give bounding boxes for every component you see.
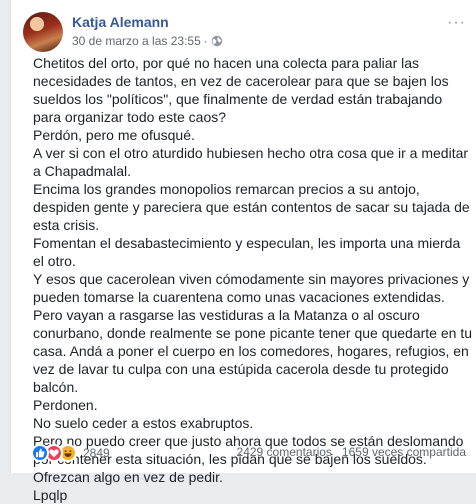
post-paragraph: Perdón, pero me ofusqué. <box>33 127 195 143</box>
reaction-count[interactable]: 2849 <box>83 446 110 460</box>
post-paragraph: Ofrezcan algo en vez de pedir. <box>33 469 223 485</box>
post-paragraph: Fomentan el desabastecimiento y especula… <box>33 235 461 269</box>
post-paragraph: Y esos que cacerolean viven cómodamente … <box>33 271 470 305</box>
meta-separator: · <box>203 34 208 48</box>
reactions-summary[interactable]: 2849 <box>31 444 110 462</box>
author-name[interactable]: Katja Alemann <box>72 14 169 30</box>
post-paragraph: Perdonen. <box>33 397 98 413</box>
post-card: Katja Alemann 30 de marzo a las 23:55 · … <box>10 0 476 503</box>
post-stats: 2429 comentarios 1659 veces compartida <box>237 445 466 459</box>
post-paragraph: Encima los grandes monopolios remarcan p… <box>33 181 470 233</box>
post-timestamp[interactable]: 30 de marzo a las 23:55 <box>72 34 201 48</box>
post-paragraph: A ver si con el otro aturdido hubiesen h… <box>33 145 469 179</box>
post-paragraph: Pero vayan a rasgarse las vestiduras a l… <box>33 307 472 395</box>
post-meta: 30 de marzo a las 23:55 · <box>72 34 223 48</box>
post-paragraph: Lpqlp <box>33 487 68 503</box>
like-icon <box>31 444 49 462</box>
post-footer: 2849 2429 comentarios 1659 veces compart… <box>23 444 466 464</box>
post-paragraph: Chetitos del orto, por qué no hacen una … <box>33 55 449 125</box>
comments-count[interactable]: 2429 comentarios <box>237 445 332 459</box>
globe-icon[interactable] <box>211 35 223 47</box>
more-options-icon[interactable]: ··· <box>447 14 466 32</box>
avatar[interactable] <box>23 12 63 52</box>
shares-count[interactable]: 1659 veces compartida <box>342 445 466 459</box>
post-paragraph: No suelo ceder a estos exabruptos. <box>33 415 254 431</box>
post-header: Katja Alemann 30 de marzo a las 23:55 · … <box>23 12 466 52</box>
post-body: Chetitos del orto, por qué no hacen una … <box>33 54 473 504</box>
